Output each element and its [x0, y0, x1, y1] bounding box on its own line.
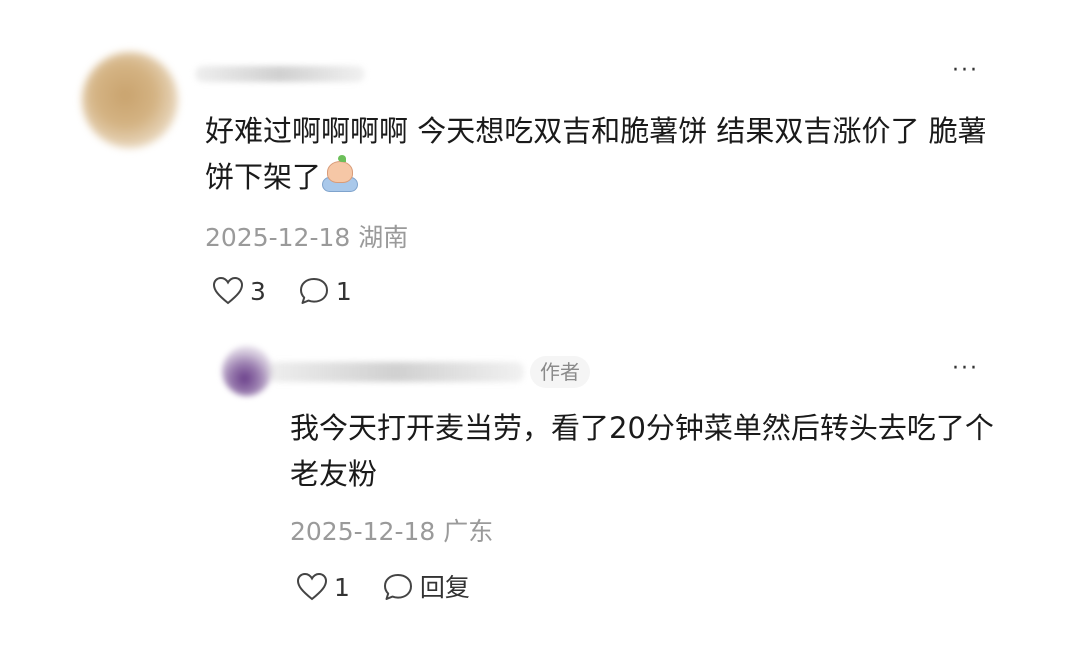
author-badge: 作者	[530, 356, 590, 388]
reply-like-button[interactable]: 1	[296, 572, 350, 602]
like-count: 3	[250, 276, 266, 306]
comment-bubble-icon	[299, 278, 328, 304]
reply-actions: 1 回复	[296, 572, 502, 602]
comment-thread: ··· 好难过啊啊啊啊 今天想吃双吉和脆薯饼 结果双吉涨价了 脆薯饼下架了 20…	[0, 0, 1080, 650]
comment-actions: 3 1	[212, 276, 384, 306]
comment-text: 好难过啊啊啊啊 今天想吃双吉和脆薯饼 结果双吉涨价了 脆薯饼下架了	[205, 108, 995, 200]
heart-icon	[296, 572, 328, 601]
reply-reply-button[interactable]: 回复	[382, 572, 470, 602]
crying-emoji-icon	[321, 155, 359, 193]
comment-location: 湖南	[358, 223, 409, 252]
comment-bubble-icon	[383, 574, 412, 600]
reply-like-count: 1	[334, 572, 350, 602]
avatar[interactable]	[82, 52, 178, 148]
reply-count: 1	[335, 276, 352, 306]
like-button[interactable]: 3	[212, 276, 266, 306]
heart-icon	[212, 276, 244, 305]
reply-text: 我今天打开麦当劳，看了20分钟菜单然后转头去吃了个老友粉	[290, 411, 994, 491]
reply-username-blurred[interactable]	[268, 362, 524, 382]
reply-action-label: 回复	[419, 572, 470, 602]
comment-meta: 2025-12-18 湖南	[205, 225, 408, 250]
reply-location: 广东	[443, 517, 494, 546]
username-blurred[interactable]	[195, 66, 365, 82]
more-options-button[interactable]: ···	[952, 60, 979, 82]
comment-date: 2025-12-18	[205, 223, 351, 252]
reply-date: 2025-12-18	[290, 517, 436, 546]
reply-button[interactable]: 1	[298, 276, 352, 306]
reply-more-options-button[interactable]: ···	[952, 358, 979, 380]
reply-meta: 2025-12-18 广东	[290, 519, 493, 544]
reply-avatar[interactable]	[222, 346, 272, 396]
